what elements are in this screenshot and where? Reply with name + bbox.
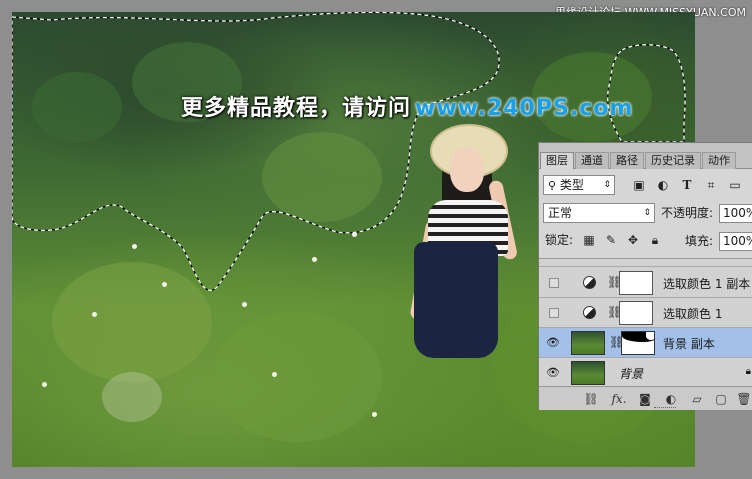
add-mask-icon[interactable]: ◙: [637, 391, 653, 407]
tab-layers[interactable]: 图层: [540, 152, 574, 169]
blend-mode-select[interactable]: 正常 ⇕: [543, 203, 655, 223]
layers-panel: 图层 通道 路径 历史记录 动作 ⚲ 类型 ⇕ ▣ ◐ T ⌗ ▭ 正常 ⇕ 不…: [538, 142, 752, 410]
lock-all-icon[interactable]: 🔒︎: [647, 232, 663, 248]
layer-mask-thumbnail[interactable]: [619, 271, 653, 295]
layer-row-selected[interactable]: 👁︎ ⛓ 背景 副本: [539, 328, 752, 358]
layers-list: ⛓ 选取颜色 1 副本 ⛓ 选取颜色 1 👁︎ ⛓ 背景 副本 👁︎ 背景 🔒︎: [539, 258, 752, 394]
layer-name[interactable]: 选取颜色 1 副本: [663, 275, 750, 292]
lock-position-icon[interactable]: ✥: [625, 232, 641, 248]
promo-watermark: 更多精品教程，请访问 www.240PS.com: [181, 90, 633, 122]
panel-resize-grip[interactable]: [654, 407, 676, 410]
fill-field[interactable]: 100%: [719, 232, 752, 251]
link-layers-icon[interactable]: ⛓: [583, 391, 599, 407]
opacity-field[interactable]: 100%: [719, 204, 752, 223]
new-adjustment-icon[interactable]: ◐: [663, 391, 679, 407]
tab-actions[interactable]: 动作: [702, 152, 736, 169]
kind-filter-value: 类型: [559, 178, 584, 192]
promo-url: www.240PS.com: [415, 96, 634, 121]
smart-object-filter-icon[interactable]: ▭: [727, 177, 743, 193]
adjustment-filter-icon[interactable]: ◐: [655, 177, 671, 193]
shape-filter-icon[interactable]: ⌗: [703, 177, 719, 193]
adjustment-layer-icon: [583, 276, 596, 289]
delete-layer-icon[interactable]: 🗑︎: [736, 391, 752, 407]
layer-name[interactable]: 选取颜色 1: [663, 305, 722, 322]
tab-channels[interactable]: 通道: [575, 152, 609, 169]
photoshop-workspace: 思缘设计论坛 WWW.MISSYUAN.COM: [0, 0, 752, 479]
kind-filter-select[interactable]: ⚲ 类型 ⇕: [543, 175, 615, 195]
lock-transparent-icon[interactable]: ▦: [581, 232, 597, 248]
fx-icon[interactable]: fx.: [609, 391, 629, 407]
visibility-toggle[interactable]: [549, 278, 559, 288]
eye-icon[interactable]: 👁︎: [545, 366, 561, 380]
lock-label: 锁定:: [545, 233, 574, 247]
layer-row-partial[interactable]: [539, 259, 752, 267]
layer-row[interactable]: ⛓ 选取颜色 1: [539, 298, 752, 328]
opacity-label: 不透明度:: [661, 206, 714, 220]
layer-mask-thumbnail[interactable]: [619, 301, 653, 325]
visibility-toggle[interactable]: [549, 308, 559, 318]
search-icon: ⚲: [548, 179, 557, 192]
promo-chinese-text: 更多精品教程，请访问: [181, 96, 412, 121]
layer-mask-thumbnail[interactable]: [621, 331, 655, 355]
adjustment-layer-icon: [583, 306, 596, 319]
new-layer-icon[interactable]: ▢: [713, 391, 729, 407]
chevron-updown-icon: ⇕: [643, 208, 651, 218]
layer-row[interactable]: ⛓ 选取颜色 1 副本: [539, 268, 752, 298]
layer-thumbnail[interactable]: [571, 331, 605, 355]
lock-paint-icon[interactable]: ✎: [603, 232, 619, 248]
tab-paths[interactable]: 路径: [610, 152, 644, 169]
fill-label: 填充:: [685, 234, 714, 248]
layer-row[interactable]: 👁︎ 背景 🔒︎: [539, 358, 752, 388]
blend-mode-value: 正常: [548, 206, 573, 220]
text-filter-icon[interactable]: T: [679, 177, 695, 193]
chevron-updown-icon: ⇕: [603, 180, 611, 190]
tab-history[interactable]: 历史记录: [645, 152, 701, 169]
panel-tabs: 图层 通道 路径 历史记录 动作: [539, 143, 752, 169]
layer-thumbnail[interactable]: [571, 361, 605, 385]
new-group-icon[interactable]: ▱: [689, 391, 705, 407]
selection-path-left-dark: [12, 12, 500, 291]
eye-icon[interactable]: 👁︎: [545, 336, 561, 350]
selection-path-left: [12, 12, 500, 291]
layer-name[interactable]: 背景: [619, 365, 643, 382]
layers-bottom-toolbar: ⛓ fx. ◙ ◐ ▱ ▢ 🗑︎: [539, 386, 752, 410]
lock-icon: 🔒︎: [745, 366, 751, 377]
image-filter-icon[interactable]: ▣: [631, 177, 647, 193]
layer-name[interactable]: 背景 副本: [663, 335, 715, 352]
